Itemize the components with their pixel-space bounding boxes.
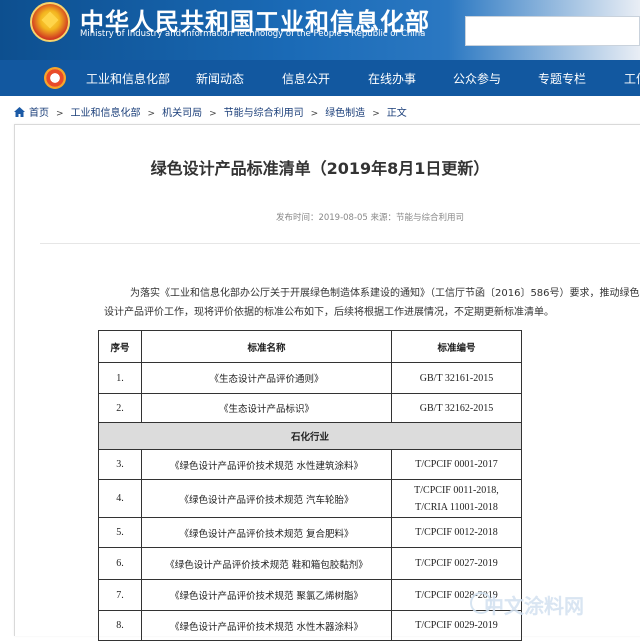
national-emblem-icon: [30, 2, 70, 42]
miit-logo-icon: [44, 67, 66, 89]
row-name: 《绿色设计产品评价技术规范 汽车轮胎》: [141, 479, 392, 518]
row-name: 《绿色设计产品评价技术规范 聚氯乙烯树脂》: [141, 579, 392, 611]
header-banner: 中华人民共和国工业和信息化部 Ministry of Industry and …: [0, 0, 640, 60]
row-code: T/CPCIF 0001-2017: [391, 449, 522, 480]
divider: [40, 243, 640, 244]
nav-item-info-disclosure[interactable]: 信息公开: [282, 70, 330, 87]
row-code: T/CPCIF 0011-2018, T/CRIA 11001-2018: [391, 479, 522, 518]
nav-item-news[interactable]: 新闻动态: [196, 70, 244, 87]
col-header-name: 标准名称: [141, 330, 392, 363]
row-name: 《绿色设计产品评价技术规范 鞋和箱包胶黏剂》: [141, 547, 392, 580]
nav-item-more[interactable]: 工信: [624, 70, 640, 87]
main-nav: 工业和信息化部 新闻动态 信息公开 在线办事 公众参与 专题专栏 工信: [0, 60, 640, 96]
table-row: 5. 《绿色设计产品评价技术规范 复合肥料》 T/CPCIF 0012-2018: [98, 517, 522, 548]
row-name: 《绿色设计产品评价技术规范 水性木器涂料》: [141, 610, 392, 641]
table-row: 2. 《生态设计产品标识》 GB/T 32162-2015: [98, 393, 522, 423]
breadcrumb: 首页 > 工业和信息化部 > 机关司局 > 节能与综合利用司 > 绿色制造 > 正文: [14, 104, 407, 119]
row-no: 4.: [98, 479, 142, 518]
section-label: 石化行业: [98, 422, 522, 450]
table-row: 4. 《绿色设计产品评价技术规范 汽车轮胎》 T/CPCIF 0011-2018…: [98, 479, 522, 518]
row-code: GB/T 32162-2015: [391, 393, 522, 423]
breadcrumb-energy-dept[interactable]: 节能与综合利用司: [224, 108, 304, 119]
breadcrumb-green-manufacturing[interactable]: 绿色制造: [325, 108, 365, 119]
breadcrumb-home[interactable]: 首页: [29, 108, 49, 119]
row-no: 2.: [98, 393, 142, 423]
breadcrumb-separator-icon: >: [372, 109, 380, 119]
row-code: T/CPCIF 0027-2019: [391, 547, 522, 580]
breadcrumb-departments[interactable]: 机关司局: [162, 108, 202, 119]
breadcrumb-separator-icon: >: [147, 109, 156, 119]
article-intro: 为落实《工业和信息化部办公厅关于开展绿色制造体系建设的通知》（工信厅节函〔201…: [104, 288, 640, 318]
row-no: 6.: [98, 547, 142, 580]
home-icon: [14, 107, 25, 117]
col-header-no: 序号: [98, 330, 142, 363]
nav-item-online-service[interactable]: 在线办事: [368, 70, 416, 87]
row-no: 7.: [98, 579, 142, 611]
table-row: 8. 《绿色设计产品评价技术规范 水性木器涂料》 T/CPCIF 0029-20…: [98, 610, 522, 641]
article-meta: 发布时间：2019-08-05 来源：节能与综合利用司: [275, 213, 465, 223]
nav-item-special-topics[interactable]: 专题专栏: [538, 70, 586, 87]
row-no: 5.: [98, 517, 142, 548]
breadcrumb-separator-icon: >: [310, 109, 319, 119]
row-no: 3.: [98, 449, 142, 480]
row-name: 《生态设计产品评价通则》: [141, 362, 392, 394]
row-no: 8.: [98, 610, 142, 641]
site-subtitle: Ministry of Industry and Information Tec…: [80, 29, 426, 39]
breadcrumb-miit[interactable]: 工业和信息化部: [71, 108, 141, 119]
row-name: 《绿色设计产品评价技术规范 水性建筑涂料》: [141, 449, 392, 480]
search-input[interactable]: [465, 16, 640, 46]
row-code: GB/T 32161-2015: [391, 362, 522, 394]
table-row: 7. 《绿色设计产品评价技术规范 聚氯乙烯树脂》 T/CPCIF 0028-20…: [98, 579, 522, 611]
nav-item-public-participation[interactable]: 公众参与: [453, 70, 501, 87]
table-row: 6. 《绿色设计产品评价技术规范 鞋和箱包胶黏剂》 T/CPCIF 0027-2…: [98, 547, 522, 580]
breadcrumb-separator-icon: >: [209, 109, 217, 119]
article-title: 绿色设计产品标准清单（2019年8月1日更新）: [150, 159, 490, 178]
row-name: 《生态设计产品标识》: [141, 393, 392, 423]
table-section-row: 石化行业: [98, 422, 522, 450]
row-code-line: T/CPCIF 0011-2018,: [414, 484, 499, 496]
nav-item-miit[interactable]: 工业和信息化部: [86, 70, 170, 87]
col-header-code: 标准编号: [391, 330, 522, 363]
row-name: 《绿色设计产品评价技术规范 复合肥料》: [141, 517, 392, 548]
table-row: 3. 《绿色设计产品评价技术规范 水性建筑涂料》 T/CPCIF 0001-20…: [98, 449, 522, 480]
table-header-row: 序号 标准名称 标准编号: [98, 330, 522, 363]
standards-table: 序号 标准名称 标准编号 1. 《生态设计产品评价通则》 GB/T 32161-…: [98, 330, 522, 641]
breadcrumb-separator-icon: >: [56, 109, 64, 119]
row-code: T/CPCIF 0012-2018: [391, 517, 522, 548]
table-row: 1. 《生态设计产品评价通则》 GB/T 32161-2015: [98, 362, 522, 394]
row-code-line: T/CRIA 11001-2018: [415, 501, 498, 513]
watermark: 中文涂料网: [484, 594, 584, 618]
breadcrumb-current: 正文: [386, 108, 407, 119]
row-no: 1.: [98, 362, 142, 394]
